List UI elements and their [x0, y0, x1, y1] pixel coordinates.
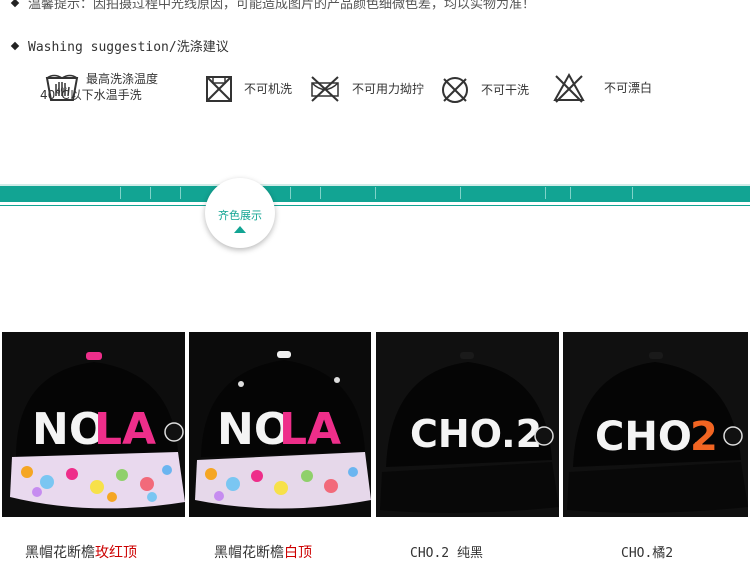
cap-cho2-black-image: CHO.2 [376, 332, 559, 517]
cap-cho2-orange-image: CHO. 2 [563, 332, 748, 517]
cap-nola-white-image: NO LA [189, 332, 371, 517]
no-bleach-label: 不可漂白 [604, 81, 653, 95]
band-divider [320, 187, 321, 199]
svg-text:LA: LA [94, 404, 156, 455]
product-name: 黑帽花断檐 [214, 545, 284, 561]
washing-heading: Washing suggestion/洗涤建议 [10, 36, 229, 55]
notice-text: 温馨提示：因拍摄过程中光线原因，可能造成图片的产品颜色细微色差，均以实物为准！ [28, 0, 536, 12]
care-hand-wash: 40° 最高洗涤温度 40°C以下水温手洗 [40, 70, 159, 104]
product-caption: 黑帽花断檐白顶 [214, 542, 312, 562]
band-divider [150, 187, 151, 199]
svg-text:2: 2 [690, 414, 718, 460]
band-divider [375, 187, 376, 199]
care-no-machine-wash: 不可机洗 [204, 74, 292, 104]
no-dry-clean-label: 不可干洗 [481, 83, 530, 97]
no-bleach-icon [553, 72, 585, 103]
svg-text:LA: LA [279, 404, 341, 455]
product-photo: NO LA [189, 332, 371, 517]
band-divider [460, 187, 461, 199]
section-band [0, 184, 750, 202]
product-caption: 黑帽花断檐玫红顶 [25, 542, 137, 562]
band-divider [290, 187, 291, 199]
band-divider [180, 187, 181, 199]
product-name: CHO.橘2 [621, 546, 674, 561]
band-divider [632, 187, 633, 199]
hand-wash-line1: 最高洗涤温度 [86, 72, 159, 86]
product-photo: CHO. 2 [563, 332, 748, 517]
band-divider [545, 187, 546, 199]
triangle-up-icon [234, 226, 246, 233]
no-dry-clean-icon [442, 77, 468, 103]
band-stripe [0, 184, 750, 186]
product-photo: CHO.2 [376, 332, 559, 517]
care-no-dry-clean: 不可干洗 [439, 74, 529, 106]
section-badge-label: 齐色展示 [218, 209, 262, 222]
care-no-bleach: 不可漂白 [552, 72, 652, 104]
no-wring-label: 不可用力拗拧 [352, 82, 425, 96]
no-machine-wash-label: 不可机洗 [244, 82, 293, 96]
band-underline [0, 205, 750, 206]
product-caption: CHO.橘2 [621, 542, 673, 561]
cap-nola-pink-image: NO LA [2, 332, 185, 517]
bullet-diamond-icon [10, 41, 20, 50]
product-name: CHO.2 纯黑 [410, 546, 483, 561]
svg-text:CHO.2: CHO.2 [410, 412, 542, 456]
product-variant: 玫红顶 [95, 545, 137, 561]
no-machine-wash-icon [206, 76, 232, 102]
bullet-diamond-icon [10, 0, 20, 7]
notice-line: 温馨提示：因拍摄过程中光线原因，可能造成图片的产品颜色细微色差，均以实物为准！ [10, 0, 536, 12]
care-no-wring: 不可用力拗拧 [308, 74, 424, 104]
product-photo: NO LA [2, 332, 185, 517]
section-badge: 齐色展示 [205, 178, 275, 248]
band-divider [570, 187, 571, 199]
band-divider [120, 187, 121, 199]
no-wring-icon [311, 76, 339, 102]
product-caption: CHO.2 纯黑 [410, 542, 483, 561]
product-variant: 白顶 [284, 545, 312, 561]
product-name: 黑帽花断檐 [25, 545, 95, 561]
washing-title: Washing suggestion/洗涤建议 [28, 40, 229, 55]
hand-wash-line2: 40°C以下水温手洗 [40, 88, 142, 102]
